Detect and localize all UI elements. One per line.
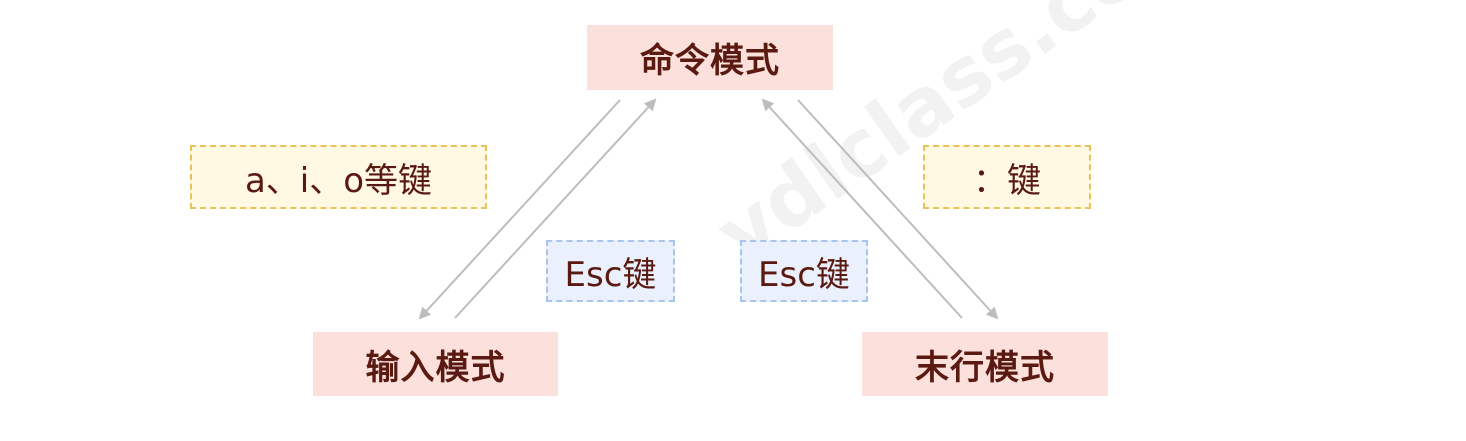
insert-mode-box: 输入模式 [313, 332, 558, 396]
command-mode-box: 命令模式 [587, 25, 833, 90]
last-line-mode-box: 末行模式 [862, 332, 1108, 396]
insert-keys-label: a、i、o等键 [190, 145, 487, 209]
esc-key-label-insert: Esc键 [546, 240, 675, 302]
esc-key-label-last-line: Esc键 [740, 240, 868, 302]
mode-diagram: ydlclass.com 命令模式 输入模式 末行模式 a、i、o等键 ：键 E… [0, 0, 1466, 441]
colon-key-label: ：键 [923, 145, 1091, 209]
